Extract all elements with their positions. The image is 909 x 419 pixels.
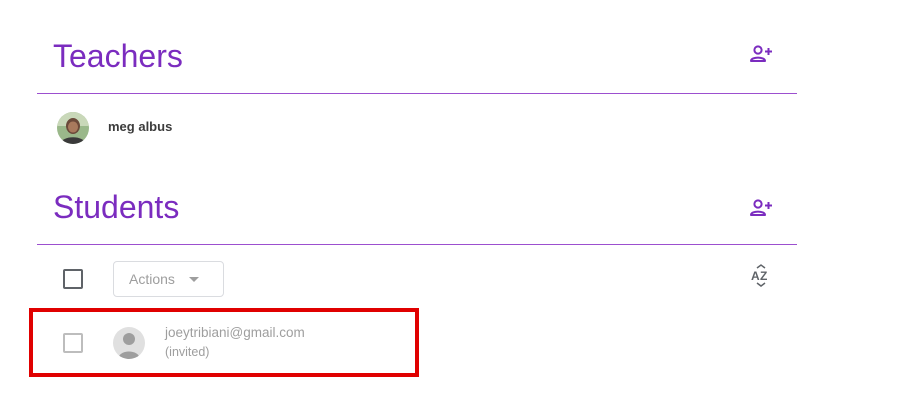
chevron-down-icon bbox=[188, 276, 199, 282]
student-status: (invited) bbox=[165, 345, 210, 359]
profile-photo bbox=[57, 112, 89, 144]
default-person-icon bbox=[118, 333, 140, 359]
svg-text:Z: Z bbox=[760, 269, 767, 283]
person-add-icon bbox=[750, 45, 772, 62]
actions-dropdown[interactable]: Actions bbox=[113, 261, 224, 297]
teachers-divider bbox=[37, 93, 797, 94]
students-divider bbox=[37, 244, 797, 245]
students-heading: Students bbox=[53, 189, 180, 225]
teacher-avatar bbox=[57, 112, 89, 144]
highlight-box bbox=[29, 308, 419, 377]
student-email: joeytribiani@gmail.com bbox=[165, 325, 305, 340]
actions-label: Actions bbox=[129, 271, 175, 287]
select-all-checkbox[interactable] bbox=[63, 269, 83, 289]
teacher-name: meg albus bbox=[108, 119, 173, 134]
sort-az-icon: A Z bbox=[751, 264, 767, 287]
student-checkbox[interactable] bbox=[63, 333, 83, 353]
invite-teacher-button[interactable] bbox=[745, 40, 777, 68]
invite-student-button[interactable] bbox=[745, 194, 777, 222]
student-avatar bbox=[113, 327, 145, 359]
sort-button[interactable]: A Z bbox=[748, 264, 774, 288]
person-add-icon bbox=[750, 199, 772, 216]
svg-text:A: A bbox=[751, 269, 760, 283]
teachers-heading: Teachers bbox=[53, 38, 183, 74]
